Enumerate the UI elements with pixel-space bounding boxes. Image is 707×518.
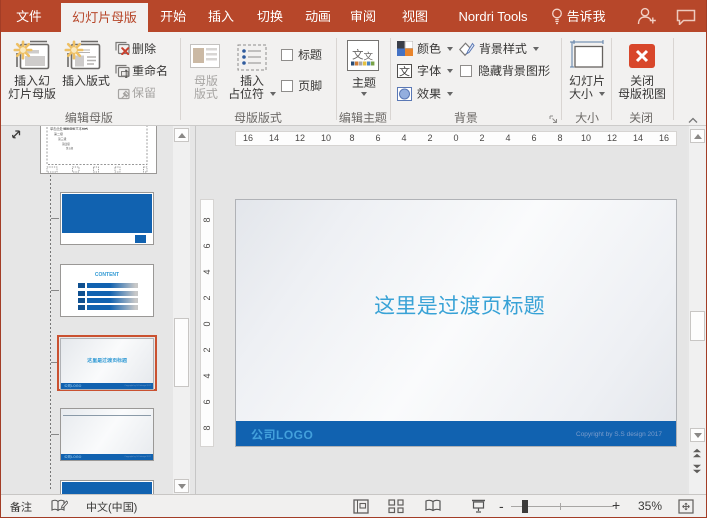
svg-text:第三级: 第三级 (58, 137, 67, 141)
svg-text:文: 文 (399, 64, 411, 78)
svg-text:第二级: 第二级 (54, 131, 63, 136)
svg-text:文: 文 (352, 47, 364, 63)
svg-text:文: 文 (364, 49, 374, 63)
svg-text:第五级: 第五级 (66, 146, 74, 150)
svg-text:单击此处编辑母版文本样式: 单击此处编辑母版文本样式 (50, 126, 89, 131)
